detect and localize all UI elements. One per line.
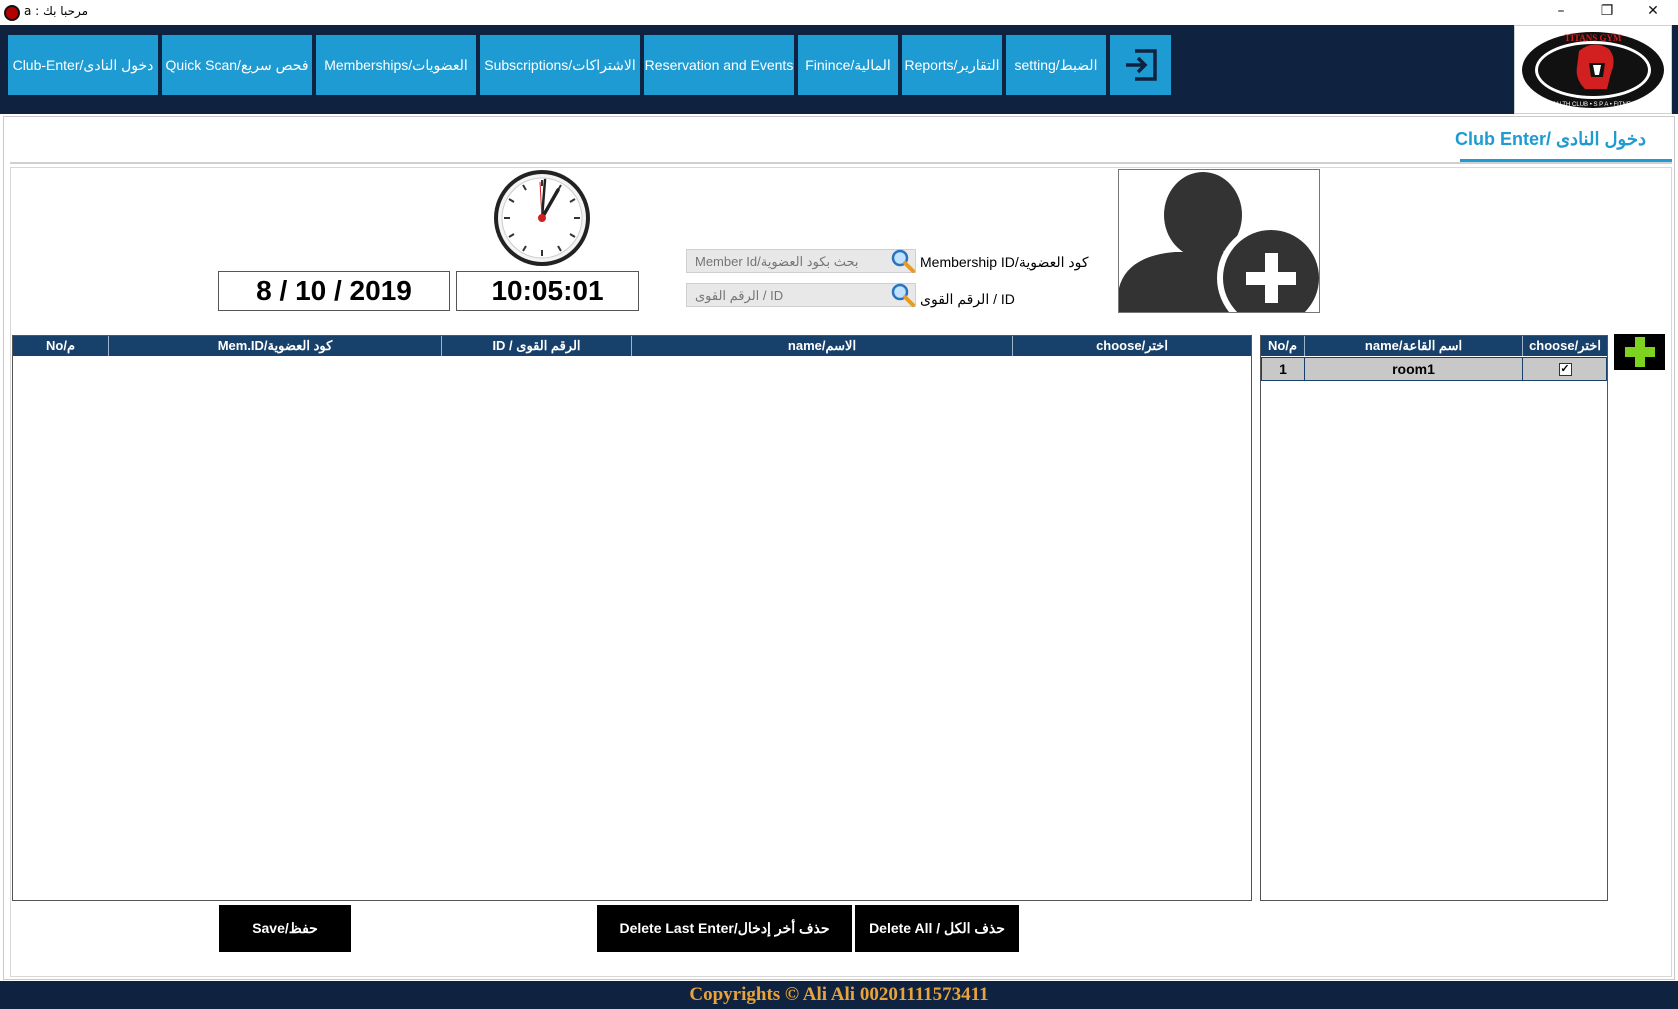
time-display: 10:05:01 [456, 271, 639, 311]
members-table[interactable]: No/م Mem.ID/كود العضوية ID / الرقم القوى… [12, 335, 1252, 901]
rooms-table[interactable]: No/م name/اسم القاعة choose/اختر 1 room1… [1260, 335, 1608, 901]
titans-gym-logo-icon: TITANS GYM HEALTH CLUB • S P A • FITNESS [1522, 31, 1664, 108]
nav-reservation-events[interactable]: Reservation and Events [644, 35, 794, 95]
members-table-header: No/م Mem.ID/كود العضوية ID / الرقم القوى… [13, 336, 1251, 356]
national-id-label: الرقم القوى / ID [920, 291, 1015, 307]
delete-all-button[interactable]: Delete All / حذف الكل [855, 905, 1019, 952]
date-display: 8 / 10 / 2019 [218, 271, 450, 311]
rooms-table-header: No/م name/اسم القاعة choose/اختر [1261, 336, 1607, 356]
nav-reports[interactable]: Reports/التقارير [902, 35, 1002, 95]
plus-icon [1624, 337, 1655, 367]
column-header-room-name[interactable]: name/اسم القاعة [1305, 336, 1523, 356]
window-title: a : مرحبا بك [24, 4, 89, 18]
title-bar: a : مرحبا بك – ❐ ✕ [0, 0, 1678, 25]
nav-quick-scan[interactable]: Quick Scan/فحص سريع [162, 35, 312, 95]
membership-id-label: Membership ID/كود العضوية [920, 254, 1089, 270]
room-row-choose-cell: ✓ [1523, 358, 1607, 380]
column-header-national-id[interactable]: ID / الرقم القوى [442, 336, 632, 356]
column-header-choose[interactable]: choose/اختر [1523, 336, 1607, 356]
room-choose-checkbox[interactable]: ✓ [1558, 362, 1572, 376]
footer: Copyrights © Ali Ali 00201111573411 [0, 981, 1678, 1009]
search-icon[interactable] [890, 282, 916, 308]
save-button[interactable]: Save/حفظ [219, 905, 351, 952]
delete-last-enter-button[interactable]: Delete Last Enter/حذف أخر إدخال [597, 905, 852, 952]
nav-setting[interactable]: setting/الضبط [1006, 35, 1106, 95]
nav-subscriptions[interactable]: Subscriptions/الاشتراكات [480, 35, 640, 95]
gym-logo: TITANS GYM HEALTH CLUB • S P A • FITNESS [1514, 25, 1672, 114]
column-header-choose[interactable]: choose/اختر [1013, 336, 1251, 356]
minimize-button[interactable]: – [1538, 0, 1584, 25]
room-row-no: 1 [1262, 358, 1305, 380]
room-row-name: room1 [1305, 358, 1523, 380]
analog-clock-icon [494, 170, 590, 266]
app-logo-icon [4, 5, 20, 21]
column-header-mem-id[interactable]: Mem.ID/كود العضوية [109, 336, 442, 356]
column-header-name[interactable]: name/الاسم [632, 336, 1013, 356]
add-room-button[interactable] [1614, 334, 1665, 370]
column-header-no[interactable]: No/م [13, 336, 109, 356]
page-title: Club Enter/ دخول النادى [1454, 129, 1646, 149]
nav-club-enter[interactable]: Club-Enter/دخول النادى [8, 35, 158, 95]
logo-top-text: TITANS GYM [1564, 33, 1622, 43]
nav-finance[interactable]: Finince/المالية [798, 35, 898, 95]
national-id-search-input[interactable] [686, 283, 916, 307]
member-photo[interactable] [1118, 169, 1320, 313]
copyright-text: Copyrights © Ali Ali 00201111573411 [689, 984, 989, 1005]
add-user-icon [1119, 172, 1319, 312]
search-icon[interactable] [890, 248, 916, 274]
membership-id-search-input[interactable] [686, 249, 916, 273]
close-button[interactable]: ✕ [1630, 0, 1676, 25]
logo-side-text: HEALTH CLUB • S P A • FITNESS [1547, 102, 1639, 108]
restore-button[interactable]: ❐ [1584, 0, 1630, 25]
header-divider [10, 162, 1672, 164]
top-navigation: Club-Enter/دخول النادى Quick Scan/فحص سر… [0, 25, 1678, 114]
app-window: a : مرحبا بك – ❐ ✕ Club-Enter/دخول الناد… [0, 0, 1678, 1009]
column-header-no[interactable]: No/م [1261, 336, 1305, 356]
nav-memberships[interactable]: Memberships/العضويات [316, 35, 476, 95]
table-row[interactable]: 1 room1 ✓ [1261, 357, 1607, 381]
exit-button[interactable] [1110, 35, 1171, 95]
exit-icon [1125, 49, 1157, 81]
